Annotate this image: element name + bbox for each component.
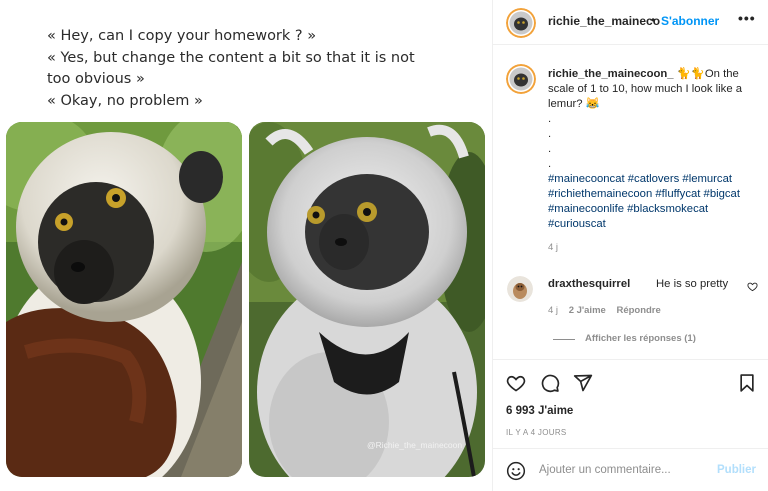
quote-line: « Okay, no problem » xyxy=(47,92,203,109)
hashtag-link[interactable]: #lemurcat xyxy=(682,173,732,185)
hashtag-link[interactable]: #blacksmokecat xyxy=(627,203,708,215)
post-actions: 6 993 J'aime IL Y A 4 JOURS xyxy=(493,359,768,445)
commenter-username[interactable]: draxthesquirrel xyxy=(548,278,630,290)
publish-button[interactable]: Publier xyxy=(717,464,756,476)
post-caption: richie_the_mainecoon_ 🐈🐈On the scale of … xyxy=(548,67,758,232)
more-horizontal-icon[interactable]: ••• xyxy=(738,10,756,26)
caption-dot: . xyxy=(548,113,552,125)
hashtag-link[interactable]: #curiouscat xyxy=(548,218,606,230)
caption-emoji: 🐈🐈 xyxy=(676,68,705,80)
heart-icon[interactable] xyxy=(506,373,526,393)
comment-input[interactable] xyxy=(539,460,709,480)
bookmark-icon[interactable] xyxy=(737,373,757,393)
header-separator: • xyxy=(651,13,656,27)
hashtag-link[interactable]: #mainecooncat xyxy=(548,173,625,185)
add-comment-bar: Publier xyxy=(493,448,768,491)
caption-dot: . xyxy=(548,158,552,170)
smiley-icon[interactable] xyxy=(506,461,526,481)
post-header: richie_the_maineco • S'abonner ••• xyxy=(493,0,768,45)
caption-dot: . xyxy=(548,128,552,140)
comment-timestamp[interactable]: 4 j xyxy=(548,305,558,316)
comment-heart-icon[interactable] xyxy=(747,281,758,292)
quote-line: too obvious » xyxy=(47,71,145,87)
author-avatar[interactable] xyxy=(506,8,536,38)
share-icon[interactable] xyxy=(573,373,593,393)
photo-watermark: @Richie_the_mainecoon xyxy=(367,440,463,450)
hashtag-link[interactable]: #catlovers xyxy=(628,173,680,185)
post-media[interactable]: « Hey, can I copy your homework ? » « Ye… xyxy=(0,0,492,491)
lemur-photo xyxy=(6,122,242,477)
quote-line: « Hey, can I copy your homework ? » xyxy=(47,28,317,44)
post-sidebar: richie_the_maineco • S'abonner ••• richi… xyxy=(492,0,768,491)
caption-dot: . xyxy=(548,143,552,155)
caption-timestamp[interactable]: 4 j xyxy=(548,242,558,253)
caption-dots: . . . . xyxy=(548,112,758,172)
hashtag-link[interactable]: #fluffycat xyxy=(655,188,700,200)
comment-meta: 4 j 2 J'aime Répondre xyxy=(548,305,669,316)
hashtag-link[interactable]: #mainecoonlife xyxy=(548,203,624,215)
follow-button[interactable]: S'abonner xyxy=(661,14,719,28)
replies-divider xyxy=(553,339,575,340)
like-count[interactable]: 6 993 J'aime xyxy=(506,405,573,417)
meme-quote: « Hey, can I copy your homework ? » « Ye… xyxy=(47,26,447,112)
author-username[interactable]: richie_the_maineco xyxy=(548,14,660,28)
comment-icon[interactable] xyxy=(540,373,560,393)
hashtag-link[interactable]: #richiethemainecoon xyxy=(548,188,652,200)
caption-username[interactable]: richie_the_mainecoon_ xyxy=(548,68,674,80)
cat-photo: @Richie_the_mainecoon xyxy=(249,122,485,477)
post-date[interactable]: IL Y A 4 JOURS xyxy=(506,428,567,437)
caption-avatar[interactable] xyxy=(506,64,536,94)
reply-button[interactable]: Répondre xyxy=(616,305,660,316)
comment-text: He is so pretty xyxy=(656,278,729,290)
caption-hashtags: #mainecooncat #catlovers #lemurcat #rich… xyxy=(548,172,758,232)
commenter-avatar[interactable] xyxy=(507,276,533,302)
hashtag-link[interactable]: #bigcat xyxy=(704,188,740,200)
quote-line: « Yes, but change the content a bit so t… xyxy=(47,49,415,66)
view-replies-button[interactable]: Afficher les réponses (1) xyxy=(585,333,696,344)
comment-likes[interactable]: 2 J'aime xyxy=(569,305,606,316)
